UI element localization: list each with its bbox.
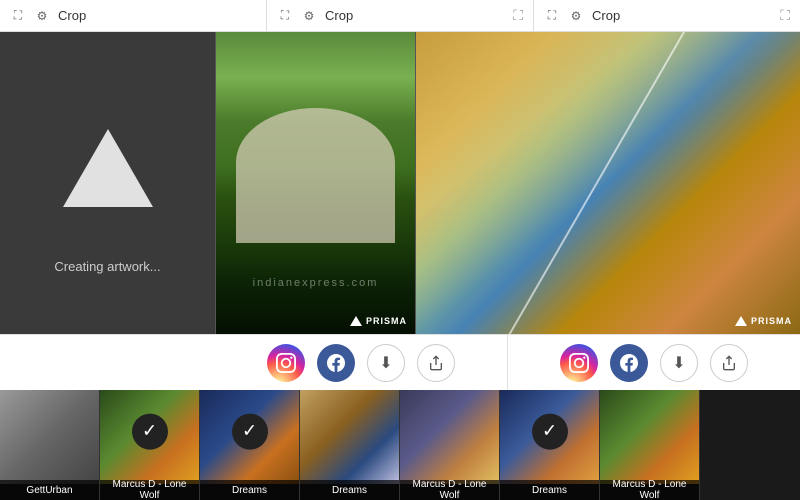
thumb-label-3: Dreams [200,480,299,500]
prisma-badge-triangle-2 [735,316,747,326]
top-bar-section-1: ⛶ ⚙ Crop [0,0,267,31]
action-section-left: ⬇ [215,335,508,390]
top-bar: ⛶ ⚙ Crop ⛶ ⚙ Crop ⛶ ⛶ ⚙ Crop ⛶ [0,0,800,32]
top-bar-section-2: ⛶ ⚙ Crop ⛶ [267,0,534,31]
settings-icon-1[interactable]: ⚙ [34,8,50,24]
thumb-check-2: ✓ [132,413,168,449]
creating-text: Creating artwork... [54,259,160,274]
expand-icon-2[interactable]: ⛶ [513,7,523,24]
settings-icon-3[interactable]: ⚙ [568,8,584,24]
thumb-bg-6: ✓ [500,390,599,484]
instagram-button-left[interactable] [267,344,305,382]
thumb-label-7: Marcus D - Lone Wolf [600,480,699,500]
prisma-badge-panel3: PRISMA [735,316,792,326]
thumb-label-5: Marcus D - Lone Wolf [400,480,499,500]
main-area: Creating artwork... indianexpress.com PR… [0,32,800,334]
prisma-badge-triangle [350,316,362,326]
thumb-label-2: Marcus D - Lone Wolf [100,480,199,500]
top-bar-label-3: Crop [592,8,620,23]
thumb-bg-5 [400,390,499,484]
crop-icon-2: ⛶ [277,8,293,24]
share-button-right[interactable] [710,344,748,382]
thumb-bg-4 [300,390,399,484]
filmstrip: GettUrban✓Marcus D - Lone Wolf✓DreamsDre… [0,390,800,500]
top-bar-section-3: ⛶ ⚙ Crop ⛶ [534,0,800,31]
panel-photo: indianexpress.com PRISMA [215,32,415,334]
photo-bg: indianexpress.com PRISMA [216,32,415,334]
filmstrip-item-4[interactable]: Dreams [300,390,400,500]
filmstrip-item-1[interactable]: GettUrban [0,390,100,500]
thumb-label-4: Dreams [300,480,399,500]
prisma-badge-panel2: PRISMA [350,316,407,326]
filmstrip-item-3[interactable]: ✓ Dreams [200,390,300,500]
download-button-right[interactable]: ⬇ [660,344,698,382]
prisma-badge-label-2: PRISMA [751,316,792,326]
crop-icon-1: ⛶ [10,8,26,24]
action-bar: ⬇ ⬇ [0,334,800,390]
top-bar-label-2: Crop [325,8,353,23]
filmstrip-item-2[interactable]: ✓ Marcus D - Lone Wolf [100,390,200,500]
thumb-check-3: ✓ [232,413,268,449]
panel-art: PRISMA [415,32,800,334]
thumb-label-6: Dreams [500,480,599,500]
filmstrip-item-5[interactable]: Marcus D - Lone Wolf [400,390,500,500]
crop-icon-3: ⛶ [544,8,560,24]
download-button-left[interactable]: ⬇ [367,344,405,382]
thumb-label-1: GettUrban [0,480,99,500]
filmstrip-item-6[interactable]: ✓ Dreams [500,390,600,500]
expand-icon-3[interactable]: ⛶ [780,7,790,24]
thumb-bg-2: ✓ [100,390,199,484]
prisma-triangle-logo [63,129,153,207]
share-button-left[interactable] [417,344,455,382]
thumb-check-6: ✓ [532,413,568,449]
facebook-button-right[interactable] [610,344,648,382]
facebook-button-left[interactable] [317,344,355,382]
action-section-right: ⬇ [508,335,800,390]
settings-icon-2[interactable]: ⚙ [301,8,317,24]
top-bar-label-1: Crop [58,8,86,23]
art-bg: PRISMA [416,32,800,334]
dome-shape [236,108,395,244]
prisma-badge-label: PRISMA [366,316,407,326]
instagram-button-right[interactable] [560,344,598,382]
filmstrip-item-7[interactable]: Marcus D - Lone Wolf [600,390,700,500]
thumb-bg-7 [600,390,699,484]
diagonal-overlay [416,32,800,334]
panel-creating: Creating artwork... [0,32,215,334]
thumb-bg-3: ✓ [200,390,299,484]
thumb-bg-1 [0,390,99,484]
watermark-text: indianexpress.com [253,277,379,289]
